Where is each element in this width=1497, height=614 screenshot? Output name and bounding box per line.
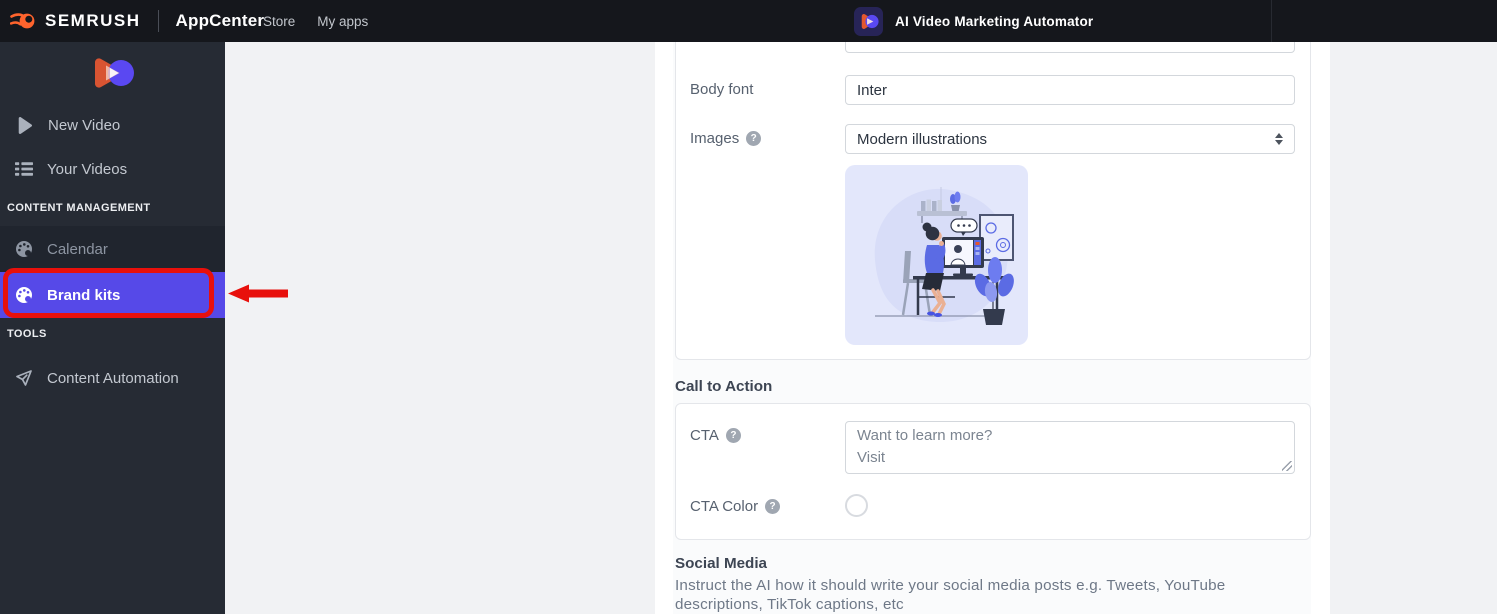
topbar: SEMRUSH AppCenter Store My apps AI Video… xyxy=(0,0,1497,42)
body-font-input[interactable] xyxy=(845,75,1295,105)
send-icon xyxy=(14,368,34,388)
images-select-value: Modern illustrations xyxy=(857,131,987,148)
sidebar-item-new-video[interactable]: New Video xyxy=(0,105,225,145)
sidebar-item-label: Your Videos xyxy=(47,161,127,178)
app-title-group: AI Video Marketing Automator xyxy=(854,0,1093,42)
sidebar-item-calendar[interactable]: Calendar xyxy=(0,226,225,272)
cta-textarea[interactable]: Want to learn more? Visit xyxy=(845,421,1295,474)
images-label: Images ? xyxy=(690,130,761,147)
title-font-input[interactable] xyxy=(845,42,1295,53)
help-icon[interactable]: ? xyxy=(765,499,780,514)
sidebar-section-content-management: CONTENT MANAGEMENT xyxy=(0,202,225,214)
cta-color-label: CTA Color ? xyxy=(690,498,780,515)
brand-divider xyxy=(158,10,159,32)
app-logo-icon xyxy=(854,7,883,36)
image-style-preview xyxy=(845,165,1028,345)
body-font-label: Body font xyxy=(690,81,753,98)
help-icon[interactable]: ? xyxy=(746,131,761,146)
product-wordmark: AppCenter xyxy=(176,11,265,31)
cta-label: CTA ? xyxy=(690,427,741,444)
sidebar-item-label: Calendar xyxy=(47,241,108,258)
sidebar-item-brand-kits[interactable]: Brand kits xyxy=(0,272,225,318)
palette-icon xyxy=(14,285,34,305)
nav-store[interactable]: Store xyxy=(263,14,295,29)
app-title: AI Video Marketing Automator xyxy=(895,14,1093,29)
title-font-label: Title font xyxy=(690,42,747,45)
semrush-appcenter-logo[interactable]: SEMRUSH AppCenter xyxy=(0,9,264,33)
topbar-nav: Store My apps xyxy=(263,0,368,42)
sidebar: New Video Your Videos CONTENT MANAGEMENT… xyxy=(0,42,225,614)
sidebar-item-label: Brand kits xyxy=(47,287,120,304)
sidebar-item-label: New Video xyxy=(48,117,120,134)
palette-icon xyxy=(14,239,34,259)
brand-kit-form: Title font Body font Images ? Modern ill… xyxy=(673,42,1311,614)
list-icon xyxy=(14,159,34,179)
app-logo[interactable] xyxy=(0,55,225,91)
topbar-section-divider xyxy=(1271,0,1272,42)
semrush-flame-icon xyxy=(10,9,37,33)
annotation-arrow-icon xyxy=(227,284,289,308)
brand-wordmark: SEMRUSH xyxy=(45,11,141,31)
sidebar-section-tools: TOOLS xyxy=(0,328,225,340)
help-icon[interactable]: ? xyxy=(726,428,741,443)
social-media-heading: Social Media xyxy=(675,555,767,572)
cta-color-swatch[interactable] xyxy=(845,494,868,517)
play-icon xyxy=(14,115,35,136)
sidebar-item-label: Content Automation xyxy=(47,370,179,387)
social-media-description: Instruct the AI how it should write your… xyxy=(675,576,1263,614)
images-select[interactable]: Modern illustrations xyxy=(845,124,1295,154)
app-frame: Title font Body font Images ? Modern ill… xyxy=(655,42,1330,614)
sidebar-item-content-automation[interactable]: Content Automation xyxy=(0,358,225,398)
sidebar-item-your-videos[interactable]: Your Videos xyxy=(0,149,225,189)
cta-section-heading: Call to Action xyxy=(675,378,772,395)
nav-my-apps[interactable]: My apps xyxy=(317,14,368,29)
select-arrows-icon xyxy=(1275,133,1283,145)
